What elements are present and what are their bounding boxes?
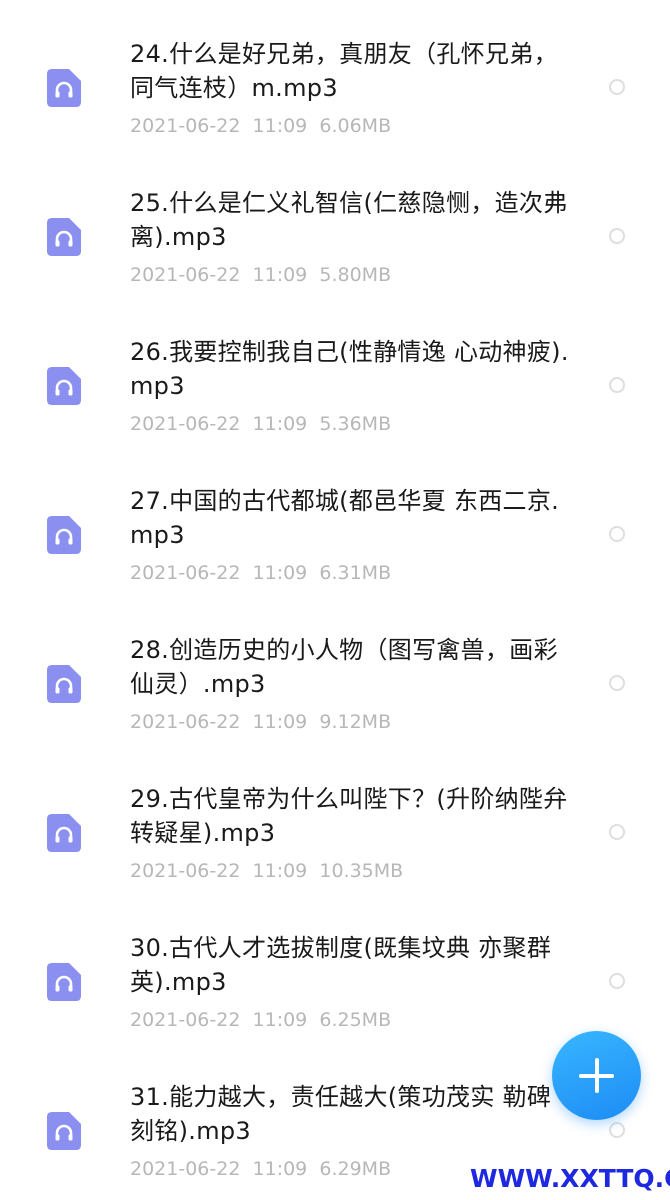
file-name: 25.什么是仁义礼智信(仁慈隐恻，造次弗离).mp3 — [130, 189, 568, 251]
file-size: 5.36MB — [319, 413, 392, 435]
plus-icon — [552, 1031, 641, 1120]
file-row[interactable]: 28.创造历史的小人物（图写禽兽，画彩仙灵）.mp3 2021-06-22 11:… — [0, 583, 670, 734]
file-row[interactable]: 29.古代皇帝为什么叫陛下？(升阶纳陛弁转疑星).mp3 2021-06-22 1… — [0, 732, 670, 883]
file-date: 2021-06-22 — [130, 264, 241, 286]
audio-file-icon — [47, 814, 81, 852]
file-time: 11:09 — [252, 860, 308, 882]
file-list: 24.什么是好兄弟，真朋友（孔怀兄弟，同气连枝）m.mp3 2021-06-22 … — [0, 0, 670, 1181]
file-size: 5.80MB — [319, 264, 392, 286]
select-radio[interactable] — [609, 973, 625, 989]
file-meta: 2021-06-22 11:09 5.36MB — [130, 412, 391, 436]
select-radio[interactable] — [609, 228, 625, 244]
file-time: 11:09 — [252, 264, 308, 286]
file-date: 2021-06-22 — [130, 115, 241, 137]
file-name: 31.能力越大，责任越大(策功茂实 勒碑刻铭).mp3 — [130, 1083, 552, 1145]
file-name: 30.古代人才选拔制度(既集坟典 亦聚群英).mp3 — [130, 934, 552, 996]
select-radio[interactable] — [609, 824, 625, 840]
file-size: 6.25MB — [319, 1009, 392, 1031]
file-time: 11:09 — [252, 711, 308, 733]
file-time: 11:09 — [252, 413, 308, 435]
audio-file-icon — [47, 665, 81, 703]
file-size: 9.12MB — [319, 711, 392, 733]
file-time: 11:09 — [252, 562, 308, 584]
file-meta: 2021-06-22 11:09 6.25MB — [130, 1008, 391, 1032]
file-size: 6.29MB — [319, 1158, 392, 1180]
file-date: 2021-06-22 — [130, 413, 241, 435]
file-date: 2021-06-22 — [130, 711, 241, 733]
audio-file-icon — [47, 69, 81, 107]
file-name: 24.什么是好兄弟，真朋友（孔怀兄弟，同气连枝）m.mp3 — [130, 40, 558, 102]
audio-file-icon — [47, 516, 81, 554]
file-date: 2021-06-22 — [130, 860, 241, 882]
file-row[interactable]: 26.我要控制我自己(性静情逸 心动神疲).mp3 2021-06-22 11:0… — [0, 285, 670, 436]
select-radio[interactable] — [609, 526, 625, 542]
file-date: 2021-06-22 — [130, 562, 241, 584]
file-meta: 2021-06-22 11:09 6.31MB — [130, 561, 391, 585]
file-time: 11:09 — [252, 1009, 308, 1031]
file-date: 2021-06-22 — [130, 1009, 241, 1031]
file-time: 11:09 — [252, 115, 308, 137]
file-meta: 2021-06-22 11:09 9.12MB — [130, 710, 391, 734]
file-time: 11:09 — [252, 1158, 308, 1180]
file-size: 6.31MB — [319, 562, 392, 584]
file-row[interactable]: 27.中国的古代都城(都邑华夏 东西二京.mp3 2021-06-22 11:09… — [0, 434, 670, 585]
audio-file-icon — [47, 218, 81, 256]
audio-file-icon — [47, 367, 81, 405]
watermark: WWW.XXTTQ.COM — [470, 1164, 670, 1193]
file-meta: 2021-06-22 11:09 6.06MB — [130, 114, 391, 138]
file-row[interactable]: 25.什么是仁义礼智信(仁慈隐恻，造次弗离).mp3 2021-06-22 11:… — [0, 136, 670, 287]
file-meta: 2021-06-22 11:09 5.80MB — [130, 263, 391, 287]
select-radio[interactable] — [609, 377, 625, 393]
file-size: 6.06MB — [319, 115, 392, 137]
select-radio[interactable] — [609, 1122, 625, 1138]
file-name: 27.中国的古代都城(都邑华夏 东西二京.mp3 — [130, 487, 560, 549]
file-row[interactable]: 24.什么是好兄弟，真朋友（孔怀兄弟，同气连枝）m.mp3 2021-06-22 … — [0, 0, 670, 138]
file-meta: 2021-06-22 11:09 6.29MB — [130, 1157, 391, 1181]
audio-file-icon — [47, 1112, 81, 1150]
add-button[interactable] — [552, 1031, 641, 1120]
file-row[interactable]: 30.古代人才选拔制度(既集坟典 亦聚群英).mp3 2021-06-22 11:… — [0, 881, 670, 1032]
audio-file-icon — [47, 963, 81, 1001]
select-radio[interactable] — [609, 79, 625, 95]
select-radio[interactable] — [609, 675, 625, 691]
file-size: 10.35MB — [319, 860, 404, 882]
file-date: 2021-06-22 — [130, 1158, 241, 1180]
file-name: 26.我要控制我自己(性静情逸 心动神疲).mp3 — [130, 338, 569, 400]
file-name: 29.古代皇帝为什么叫陛下？(升阶纳陛弁转疑星).mp3 — [130, 785, 568, 847]
file-name: 28.创造历史的小人物（图写禽兽，画彩仙灵）.mp3 — [130, 636, 558, 698]
file-browser-screen: 24.什么是好兄弟，真朋友（孔怀兄弟，同气连枝）m.mp3 2021-06-22 … — [0, 0, 670, 1200]
file-meta: 2021-06-22 11:09 10.35MB — [130, 859, 403, 883]
